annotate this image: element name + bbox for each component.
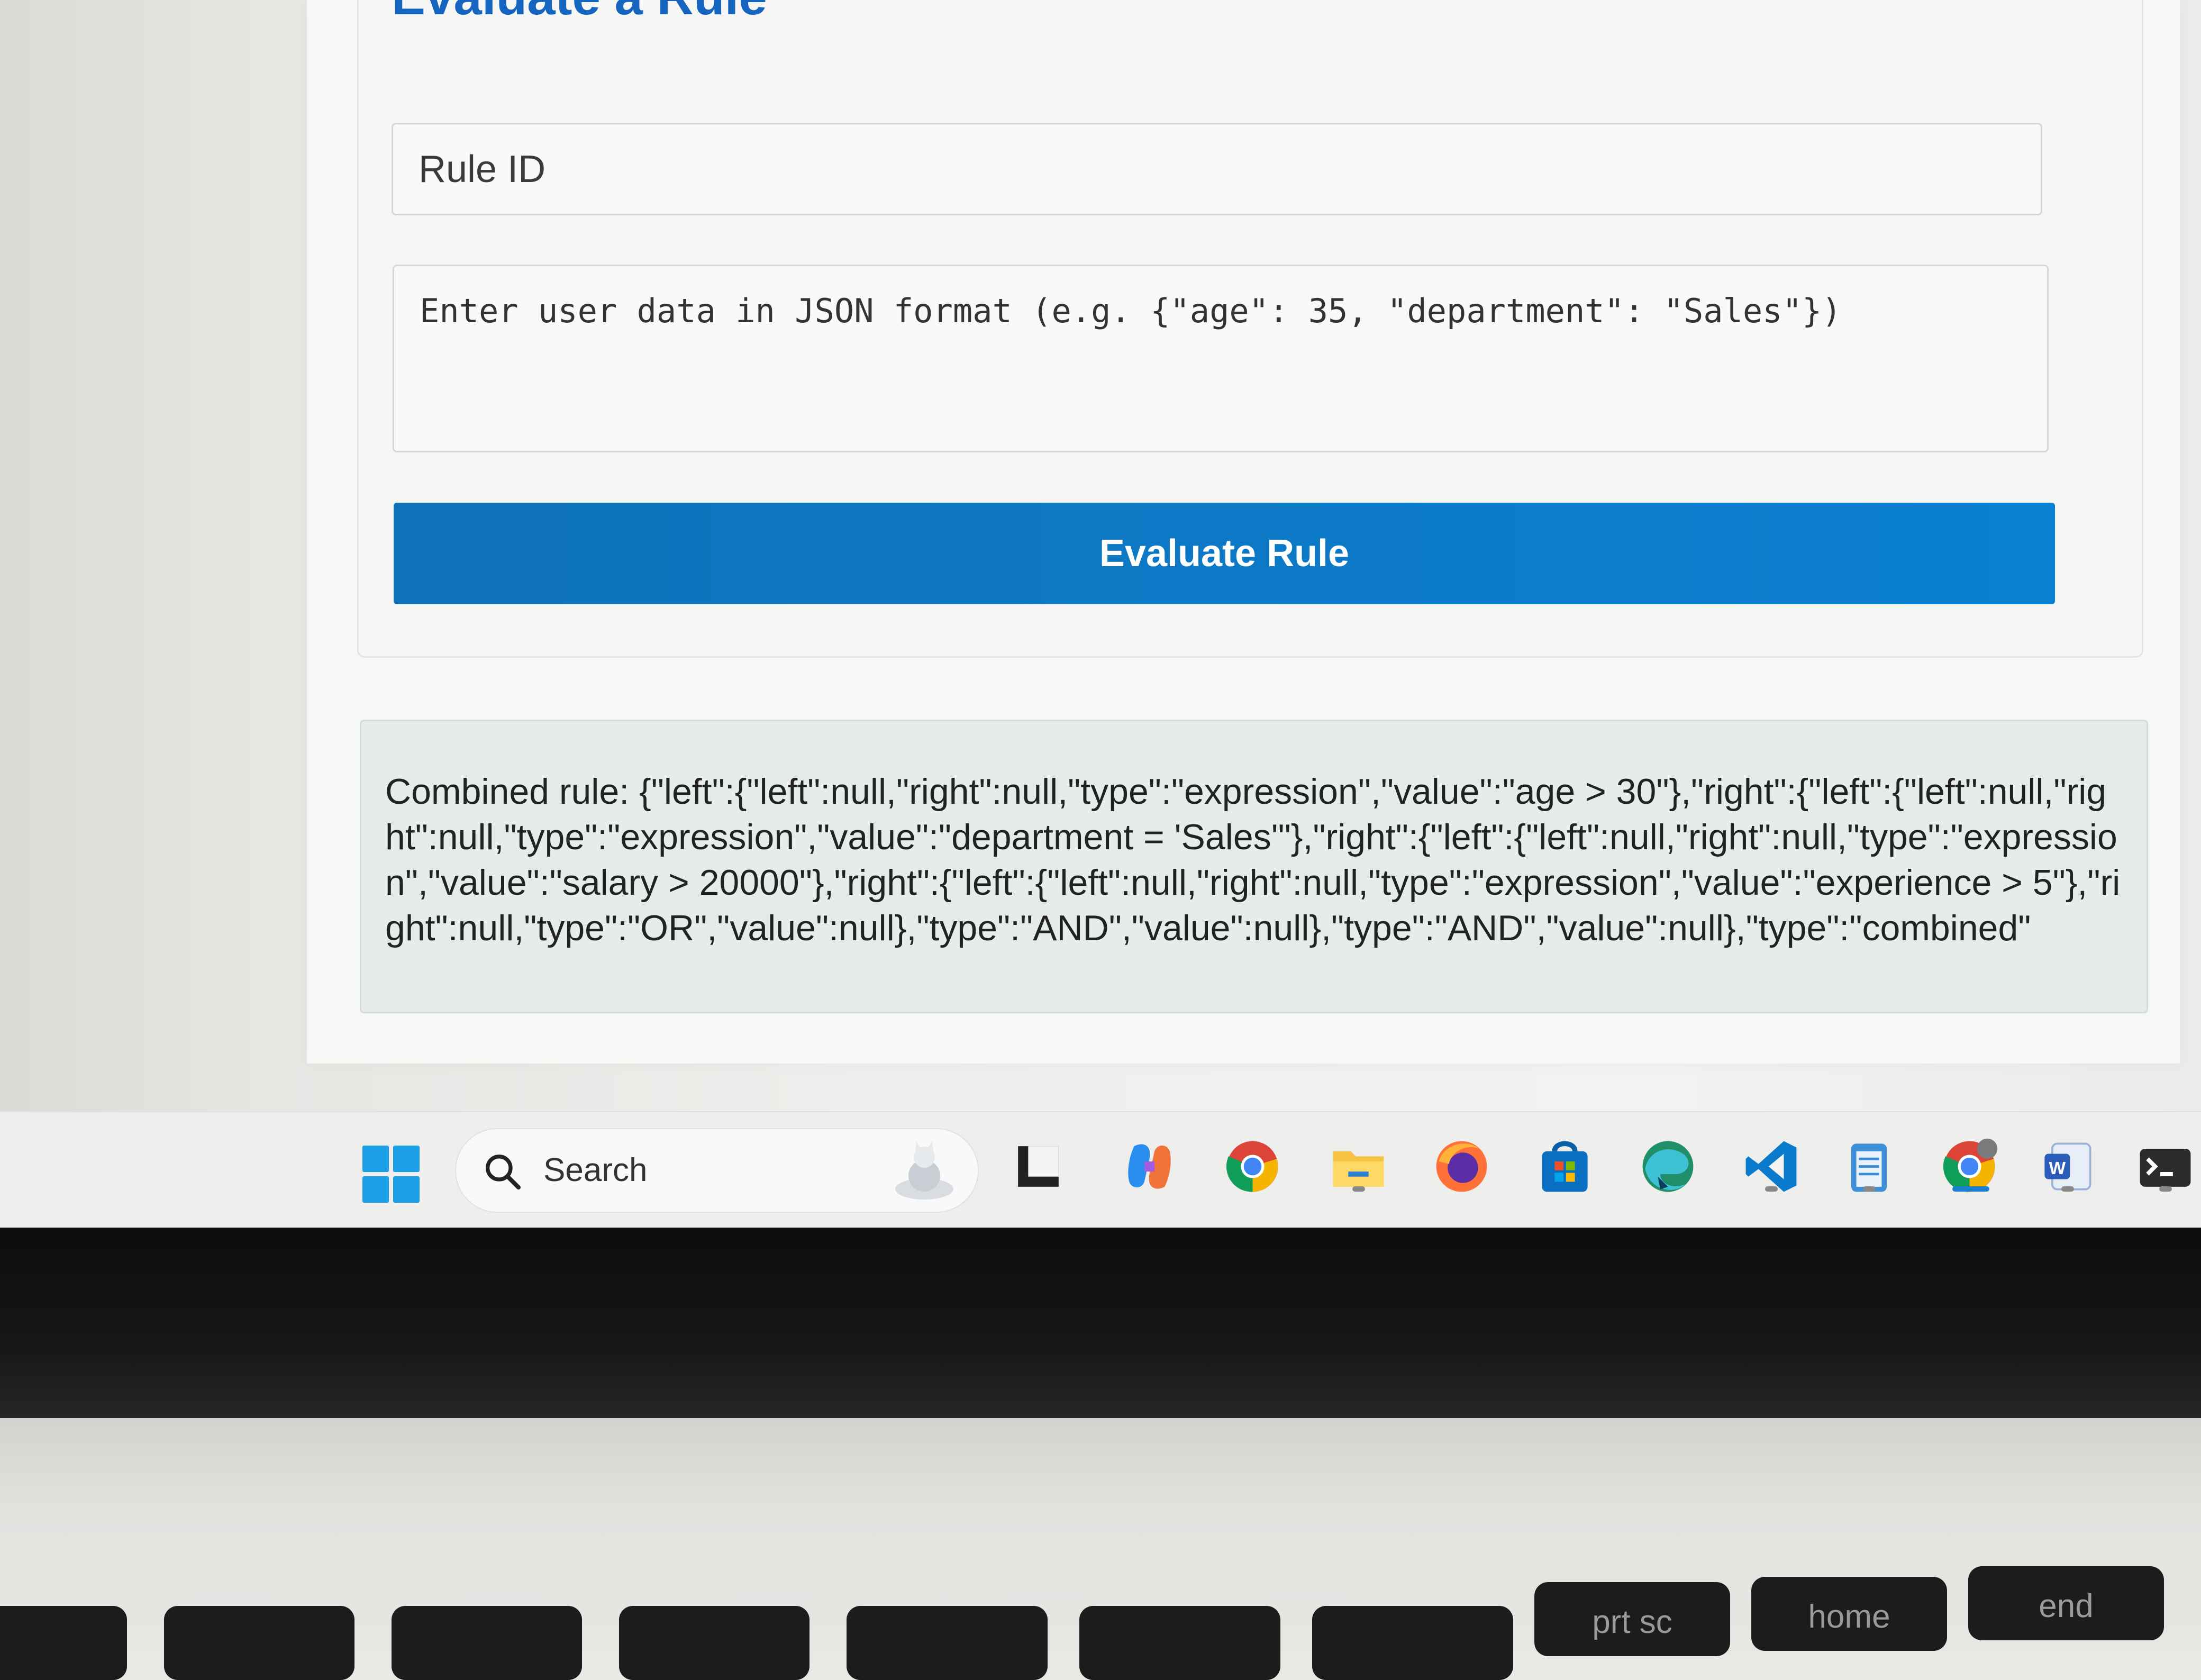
evaluate-rule-button[interactable]: Evaluate Rule [394, 503, 2055, 604]
result-text: Combined rule: {"left":{"left":null,"rig… [385, 771, 2121, 948]
copilot-icon[interactable] [1119, 1136, 1180, 1197]
notepad-running-indicator [1863, 1186, 1876, 1192]
keyboard-key [164, 1606, 354, 1680]
microsoft-store-icon[interactable] [1534, 1136, 1595, 1197]
rule-id-input[interactable] [392, 123, 2042, 215]
search-icon [486, 1155, 521, 1189]
screen: Evaluate a Rule Evaluate Rule Combined r… [0, 0, 2201, 1228]
keyboard-key [0, 1606, 127, 1680]
windows-start-icon[interactable] [362, 1146, 420, 1203]
key-label-home: home [1808, 1599, 1890, 1635]
result-box: Combined rule: {"left":{"left":null,"rig… [360, 720, 2148, 1013]
laptop-keyboard: prt sc home end [0, 1418, 2201, 1680]
keyboard-key-prt-sc: prt sc [1534, 1582, 1730, 1656]
terminal-running-indicator [2159, 1186, 2172, 1192]
page-title: Evaluate a Rule [392, 0, 767, 26]
task-view-icon[interactable] [1008, 1136, 1069, 1197]
search-label: Search [543, 1152, 648, 1188]
vscode-running-indicator [1765, 1186, 1778, 1192]
keyboard-key [392, 1606, 582, 1680]
laptop-bezel [0, 1228, 2201, 1418]
keyboard-key [1079, 1606, 1280, 1680]
edge-dev-icon[interactable] [1638, 1136, 1698, 1197]
firefox-icon[interactable] [1431, 1136, 1492, 1197]
key-label-prt-sc: prt sc [1592, 1604, 1672, 1640]
keyboard-key [619, 1606, 810, 1680]
keyboard-key-end: end [1968, 1566, 2164, 1640]
chrome-active-indicator [1952, 1186, 1989, 1192]
key-label-end: end [2039, 1588, 2094, 1624]
keyboard-key [1312, 1606, 1513, 1680]
word-running-indicator [2061, 1186, 2074, 1192]
keyboard-key [847, 1606, 1048, 1680]
taskbar-search-box[interactable]: Search [455, 1128, 979, 1213]
user-data-textarea[interactable] [393, 265, 2049, 452]
search-highlight-cat-icon [895, 1141, 953, 1200]
chrome-icon[interactable] [1222, 1136, 1283, 1197]
svg-text:W: W [2049, 1159, 2066, 1178]
keyboard-key-home: home [1751, 1577, 1947, 1651]
file-explorer-running-indicator [1352, 1186, 1365, 1192]
taskbar: Search W [0, 1111, 2201, 1228]
